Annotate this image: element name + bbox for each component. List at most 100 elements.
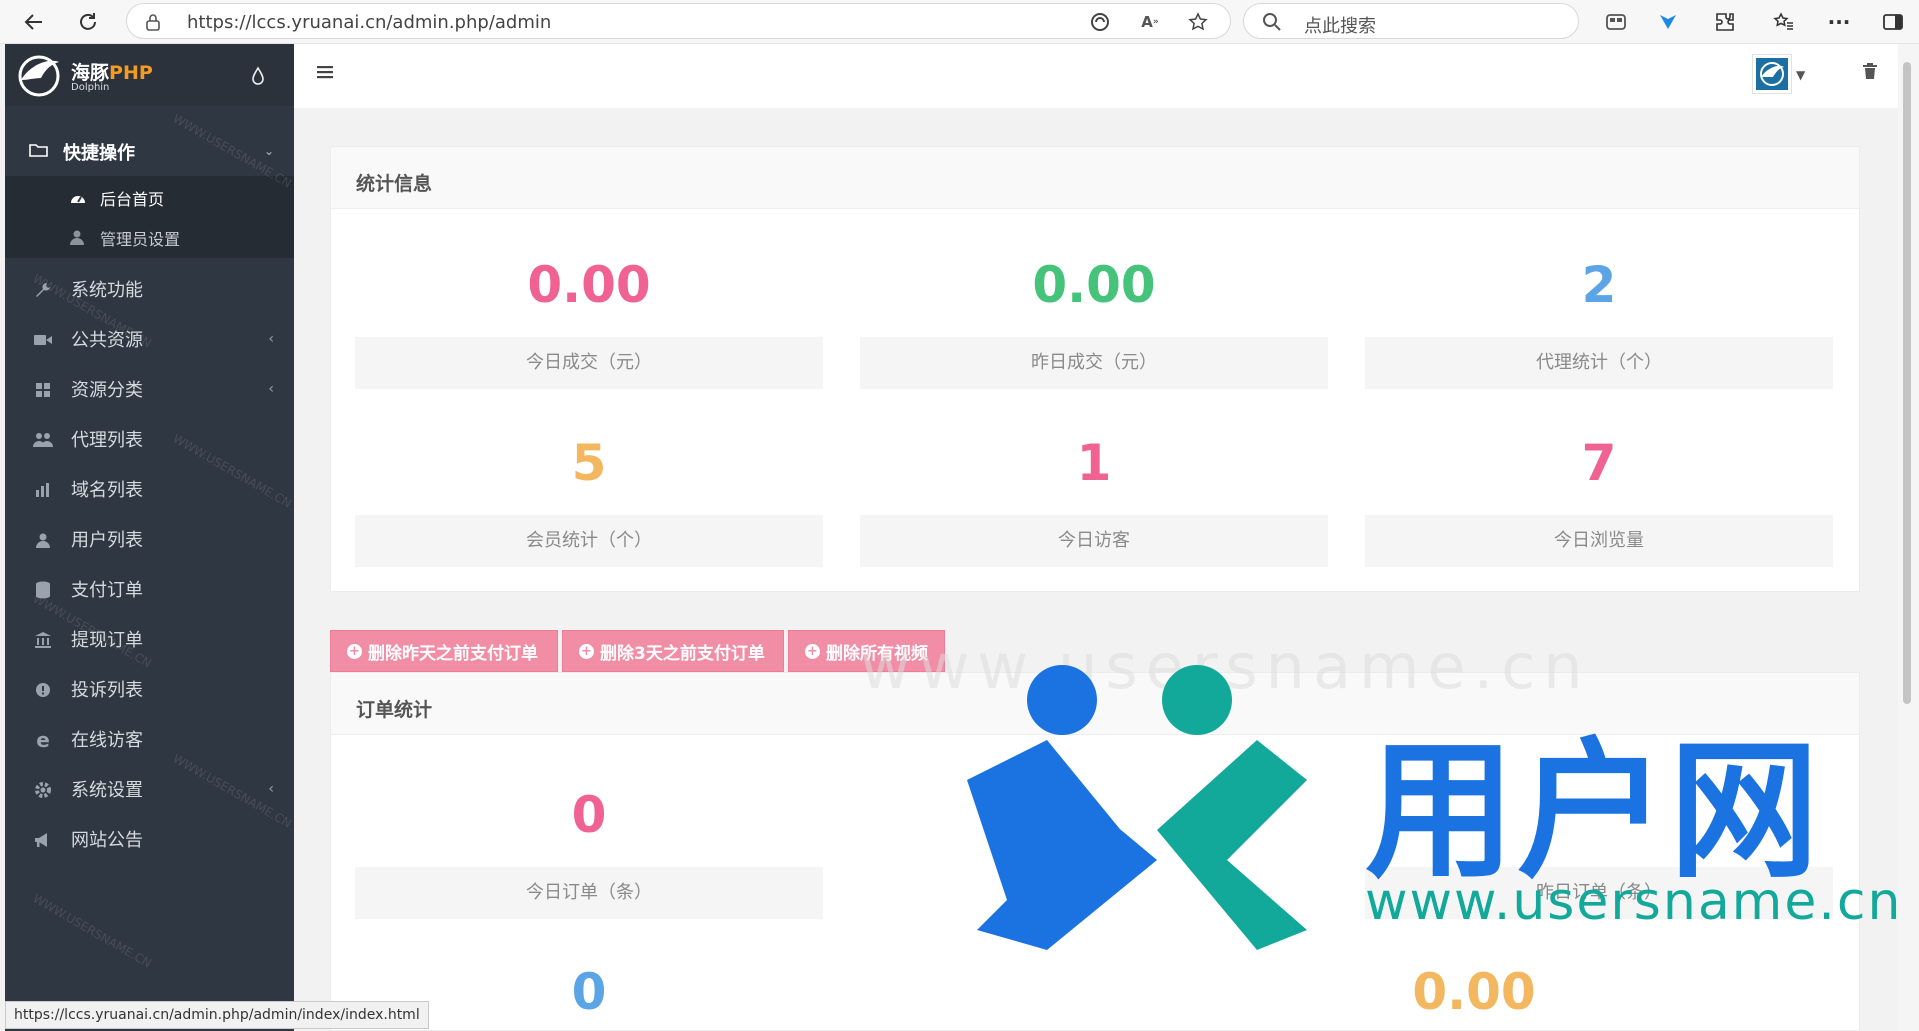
favorite-star-icon[interactable] [1187, 11, 1209, 33]
stat-label: 会员统计（个） [355, 515, 823, 567]
avatar [1756, 58, 1788, 90]
plus-circle-icon: + [347, 643, 362, 659]
users-icon [33, 430, 53, 450]
stat-card: 2 代理统计（个） [1365, 255, 1833, 415]
sidebar-item-system-settings[interactable]: 系统设置 ‹ [5, 765, 294, 813]
clear-cache-trash-icon[interactable] [1862, 62, 1878, 84]
delete-3-days-orders-button[interactable]: + 删除3天之前支付订单 [562, 630, 784, 672]
sidebar-item-agent-list[interactable]: 代理列表 [5, 415, 294, 463]
chart-icon [33, 480, 53, 500]
chevron-down-icon: ⌄ [263, 144, 274, 158]
bullhorn-icon [33, 830, 53, 850]
search-placeholder: 点此搜索 [1304, 16, 1376, 37]
sidebar-item-label: 投诉列表 [71, 680, 143, 701]
stat-card: 7 今日浏览量 [1365, 433, 1833, 593]
sidebar: 海豚PHP Dolphin 快捷操作 ⌄ 后台首页 管理员设置 系统功能 公共资… [5, 44, 294, 1031]
sidebar-item-label: 资源分类 [71, 380, 143, 401]
stat-value: 2 [1581, 256, 1617, 314]
extension-shield-icon[interactable] [1655, 9, 1681, 35]
delete-all-videos-button[interactable]: + 删除所有视频 [788, 630, 945, 672]
sidebar-item-admin-settings[interactable]: 管理员设置 [5, 218, 294, 258]
sidebar-item-label: 在线访客 [71, 730, 143, 751]
sidebar-item-resource-categories[interactable]: 资源分类 ‹ [5, 365, 294, 413]
stat-label: 今日浏览量 [1365, 515, 1833, 567]
menu-group-label: 快捷操作 [63, 143, 135, 164]
sidebar-item-dashboard[interactable]: 后台首页 [5, 178, 294, 218]
sidebar-item-payment-orders[interactable]: 支付订单 [5, 565, 294, 613]
watermark-text: WWW.USERSNAME.CN [30, 891, 154, 971]
user-avatar-button[interactable] [1752, 54, 1792, 94]
back-button[interactable] [18, 6, 50, 38]
watermark-brand-url: www.usersname.cn [1365, 872, 1903, 932]
sidebar-item-user-list[interactable]: 用户列表 [5, 515, 294, 563]
arrow-left-icon [24, 14, 42, 30]
browser-essentials-icon[interactable] [1089, 11, 1111, 33]
delete-before-yesterday-orders-button[interactable]: + 删除昨天之前支付订单 [330, 630, 558, 672]
extensions-icon[interactable] [1712, 9, 1738, 35]
chevron-left-icon: ‹ [268, 781, 274, 797]
refresh-button[interactable] [72, 6, 104, 38]
more-menu-icon[interactable]: ··· [1826, 9, 1852, 35]
lock-icon [145, 13, 161, 35]
stat-label: 今日访客 [860, 515, 1328, 567]
sidebar-item-label: 网站公告 [71, 830, 143, 851]
favorites-list-icon[interactable] [1770, 9, 1796, 35]
brand-name: 海豚PHP [71, 62, 153, 84]
read-aloud-icon[interactable]: A» [1139, 11, 1161, 33]
search-box[interactable]: 点此搜索 [1243, 3, 1579, 39]
user-icon [69, 229, 85, 249]
chevron-down-icon[interactable]: ▼ [1796, 68, 1805, 82]
stat-card: 5 会员统计（个） [355, 433, 823, 593]
ie-icon: e [36, 728, 50, 752]
database-icon [33, 580, 53, 600]
dashboard-icon [69, 189, 87, 211]
stat-label: 昨日成交（元） [860, 337, 1328, 389]
sidebar-item-label: 用户列表 [71, 530, 143, 551]
stat-label: 代理统计（个） [1365, 337, 1833, 389]
sidebar-item-announcements[interactable]: 网站公告 [5, 815, 294, 863]
sidebar-item-online-visitors[interactable]: e 在线访客 [5, 715, 294, 763]
sidebar-item-domain-list[interactable]: 域名列表 [5, 465, 294, 513]
stat-value: 0.00 [527, 256, 651, 314]
sidebar-toggle-icon[interactable] [1880, 9, 1906, 35]
stat-card: 0 今日订单（条） [355, 785, 823, 945]
sidebar-item-label: 管理员设置 [100, 230, 181, 249]
sidebar-item-label: 后台首页 [100, 190, 165, 209]
stat-card: 0.00 今日成交（元） [355, 255, 823, 415]
stat-value: 0 [571, 786, 607, 844]
color-theme-drop-icon[interactable] [251, 66, 265, 90]
stat-value: 0.00 [1032, 256, 1156, 314]
sidebar-item-label: 公共资源 [71, 330, 143, 351]
stat-value: 7 [1581, 434, 1617, 492]
menu-group-quick-actions[interactable]: 快捷操作 ⌄ [5, 128, 294, 176]
chevron-left-icon: ‹ [268, 331, 274, 347]
menu-toggle-icon[interactable] [316, 64, 334, 84]
wrench-icon [33, 280, 53, 300]
sidebar-item-system-functions[interactable]: 系统功能 [5, 265, 294, 313]
stat-card: 0.00 昨日成交（元） [860, 255, 1328, 415]
link-status-bar: https://lccs.yruanai.cn/admin.php/admin/… [5, 1001, 429, 1029]
stat-value: 1 [1076, 434, 1112, 492]
address-bar[interactable]: https://lccs.yruanai.cn/admin.php/admin … [126, 3, 1231, 39]
browser-toolbar: https://lccs.yruanai.cn/admin.php/admin … [0, 0, 1919, 44]
stat-label: 今日成交（元） [355, 337, 823, 389]
search-icon [1262, 12, 1282, 36]
workspaces-icon[interactable] [1603, 9, 1629, 35]
url-text[interactable]: https://lccs.yruanai.cn/admin.php/admin [187, 12, 551, 33]
admin-topbar: ▼ [294, 44, 1898, 108]
dolphin-logo-icon [15, 52, 65, 102]
alert-icon [33, 680, 53, 700]
sidebar-item-label: 代理列表 [71, 430, 143, 451]
stat-card: 0.00 [1240, 962, 1708, 1022]
sidebar-item-complaints[interactable]: 投诉列表 [5, 665, 294, 713]
scrollbar-thumb[interactable] [1903, 62, 1911, 704]
bank-icon [33, 630, 53, 650]
submenu: 后台首页 管理员设置 [5, 176, 294, 258]
brand-header: 海豚PHP Dolphin [5, 44, 294, 106]
grid-icon [33, 380, 53, 400]
cog-icon [33, 780, 53, 800]
sidebar-item-public-resources[interactable]: 公共资源 ‹ [5, 315, 294, 363]
stat-value: 0.00 [1412, 963, 1536, 1021]
stat-label: 今日订单（条） [355, 867, 823, 919]
sidebar-item-withdraw-orders[interactable]: 提现订单 [5, 615, 294, 663]
